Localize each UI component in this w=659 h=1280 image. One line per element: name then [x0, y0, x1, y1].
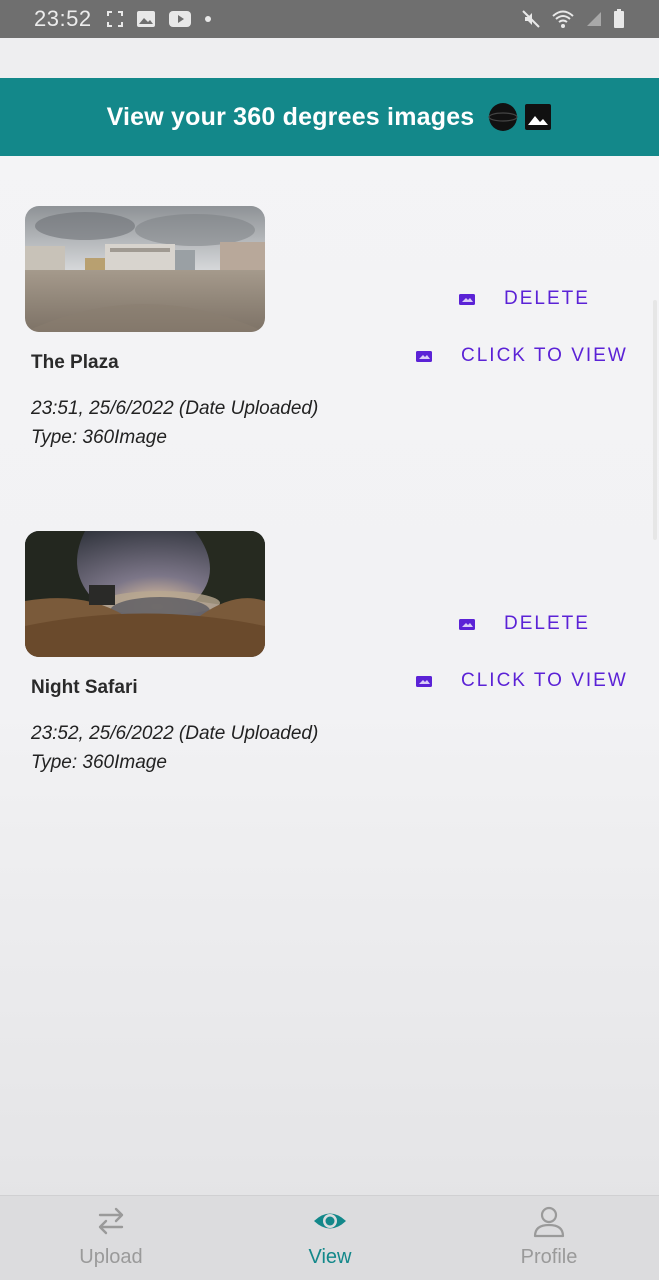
- nav-profile[interactable]: Profile: [469, 1196, 629, 1280]
- header-icons: [488, 102, 552, 132]
- nav-view[interactable]: View: [250, 1196, 410, 1280]
- view-label: CLICK TO VIEW: [461, 345, 628, 366]
- delete-button[interactable]: DELETE: [458, 288, 590, 310]
- eye-icon: [314, 1213, 346, 1229]
- plaza-thumbnail[interactable]: [25, 206, 265, 332]
- page-header: View your 360 degrees images: [0, 78, 659, 156]
- click-to-view-button[interactable]: CLICK TO VIEW: [415, 670, 628, 692]
- delete-icon: [459, 294, 475, 305]
- status-right-icons: [521, 9, 625, 29]
- signal-icon: [587, 12, 601, 26]
- mute-icon: [522, 10, 540, 28]
- dot-icon: [204, 16, 211, 22]
- delete-label: DELETE: [504, 288, 590, 309]
- status-time: 23:52: [34, 6, 92, 31]
- person-icon: [533, 1206, 565, 1238]
- image-list-item: Night Safari 23:52, 25/6/2022 (Date Uplo…: [0, 531, 659, 791]
- nav-profile-label: Profile: [520, 1246, 578, 1268]
- delete-icon: [459, 619, 475, 630]
- item-type: Type: 360Image: [31, 427, 167, 448]
- delete-button[interactable]: DELETE: [458, 613, 590, 635]
- swap-arrows-icon: [98, 1207, 124, 1235]
- item-title: Night Safari: [31, 677, 138, 698]
- app-top-bar: [0, 38, 659, 78]
- nav-upload-label: Upload: [79, 1246, 143, 1268]
- nav-upload[interactable]: Upload: [31, 1196, 191, 1280]
- view-label: CLICK TO VIEW: [461, 670, 628, 691]
- item-title: The Plaza: [31, 352, 119, 373]
- night-safari-thumbnail[interactable]: [25, 531, 265, 657]
- view-icon: [416, 676, 432, 687]
- nav-view-label: View: [308, 1246, 352, 1268]
- item-date: 23:52, 25/6/2022 (Date Uploaded): [31, 723, 319, 744]
- item-type: Type: 360Image: [31, 752, 167, 773]
- image-icon: [525, 104, 552, 130]
- page-title: View your 360 degrees images: [106, 102, 475, 131]
- item-date: 23:51, 25/6/2022 (Date Uploaded): [31, 398, 319, 419]
- youtube-icon: [168, 11, 191, 27]
- gallery-icon: [136, 11, 155, 27]
- status-left-icons: [106, 10, 212, 28]
- image-list-item: The Plaza 23:51, 25/6/2022 (Date Uploade…: [0, 206, 659, 466]
- wifi-icon: [552, 10, 574, 28]
- battery-icon: [614, 9, 624, 28]
- delete-label: DELETE: [504, 613, 590, 634]
- scrollbar[interactable]: [653, 300, 657, 540]
- view-icon: [416, 351, 432, 362]
- bottom-navigation: Upload View Profile: [0, 1195, 659, 1280]
- screenshot-icon: [106, 11, 123, 27]
- click-to-view-button[interactable]: CLICK TO VIEW: [415, 345, 628, 367]
- globe-icon: [488, 103, 519, 131]
- status-bar: 23:52: [0, 0, 659, 38]
